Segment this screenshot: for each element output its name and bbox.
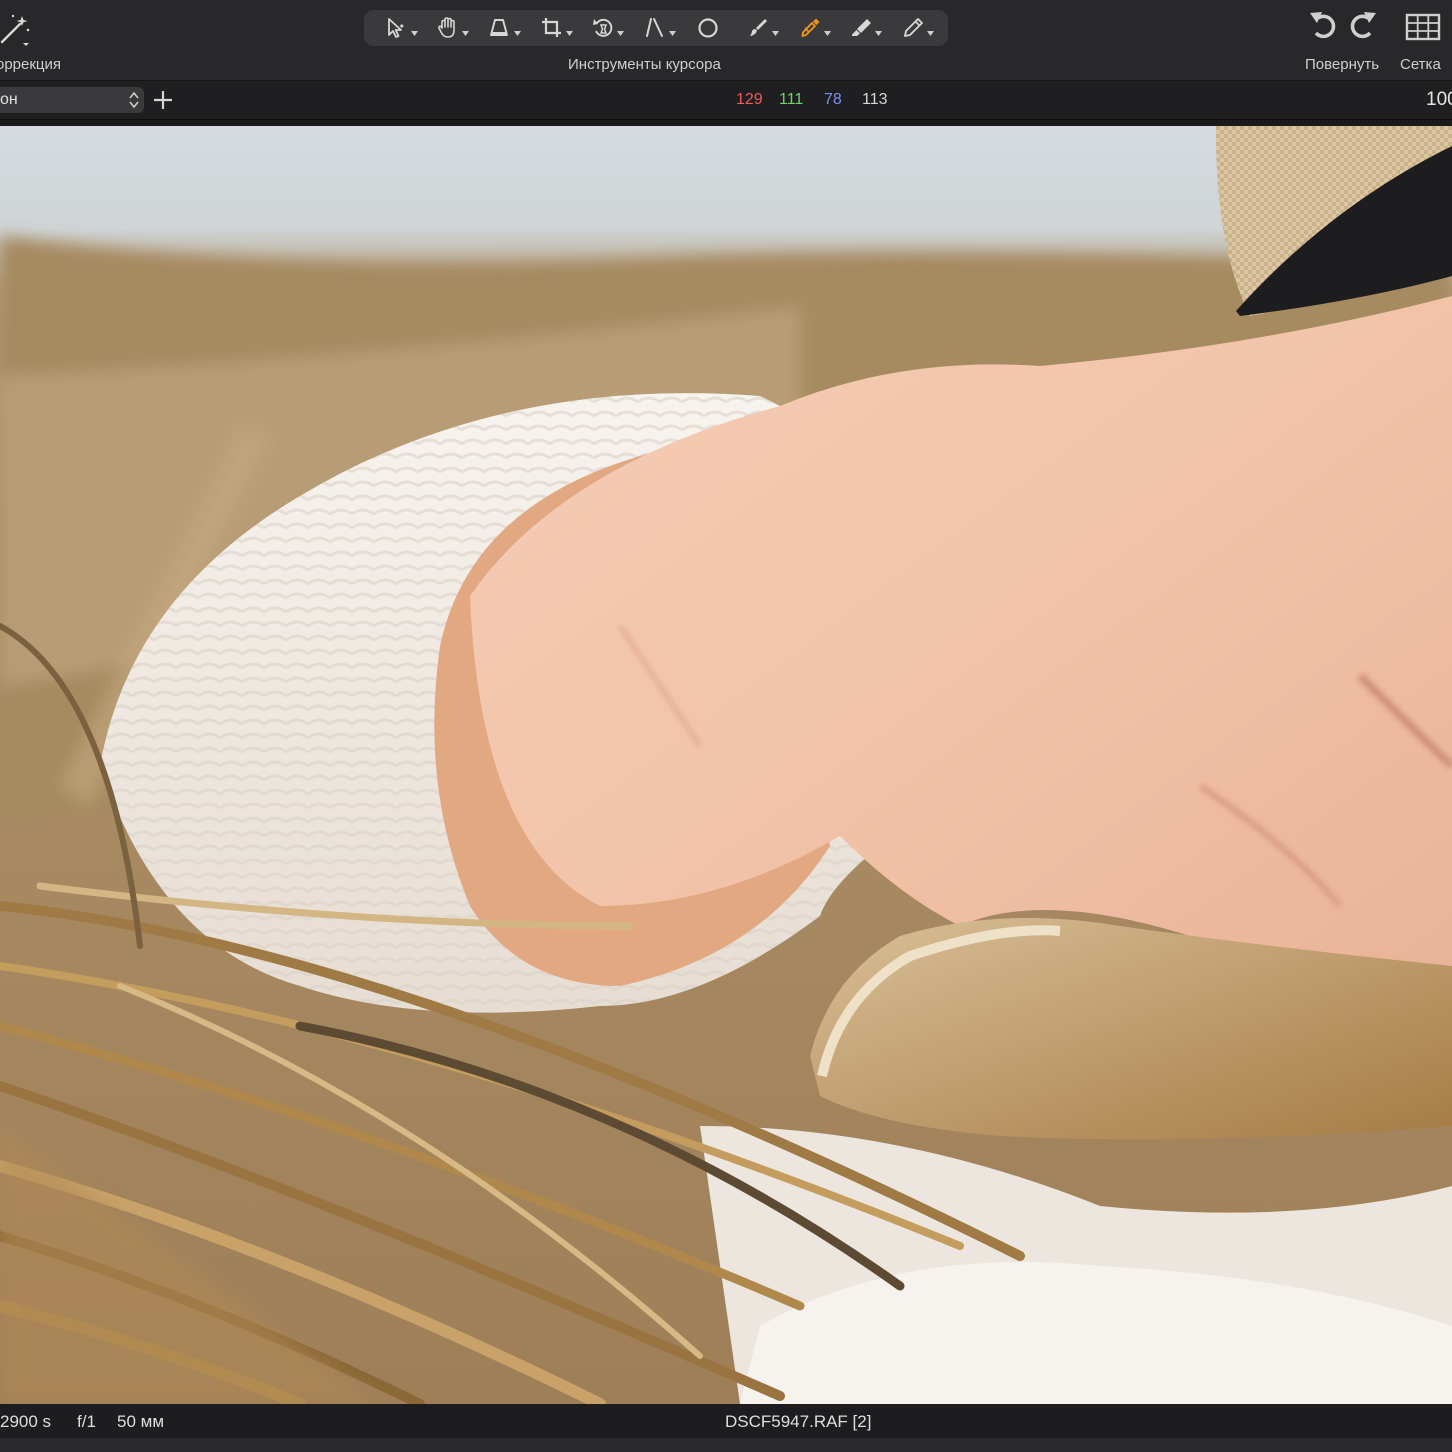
eraser-brush-icon (852, 19, 872, 36)
tool-straighten[interactable] (633, 13, 679, 43)
readout-red: 129 (736, 91, 763, 108)
chevron-down-icon (462, 31, 470, 36)
magic-wand-icon[interactable] (0, 10, 34, 46)
up-down-chevron-icon (129, 91, 139, 109)
info-bar: 2900 s f/1 50 мм DSCF5947.RAF [2] (0, 1404, 1452, 1438)
tool-keystone[interactable] (478, 13, 524, 43)
zoom-level[interactable]: 100 (1426, 89, 1452, 111)
keystone-icon (490, 19, 509, 36)
tool-crop[interactable] (530, 13, 576, 43)
photo-viewer[interactable] (0, 126, 1452, 1404)
brush-icon (750, 19, 768, 36)
chevron-down-icon (410, 31, 418, 36)
photo-image (0, 126, 1452, 1404)
top-toolbar: оррекция Инструменты курсора Повернуть С… (0, 0, 1452, 81)
chevron-down-icon (617, 31, 625, 36)
correction-group[interactable]: оррекция (0, 0, 90, 80)
rotate-tool-icon (593, 18, 613, 37)
pan-hand-icon (438, 17, 456, 38)
readout-blue: 78 (824, 91, 842, 108)
focal-length: 50 мм (117, 1412, 165, 1431)
tool-pan[interactable] (426, 13, 472, 43)
tool-brush[interactable] (736, 13, 782, 43)
chevron-down-icon (823, 31, 831, 36)
straighten-icon (645, 18, 663, 37)
rotate-label: Повернуть (1305, 56, 1380, 73)
tool-select[interactable] (375, 13, 421, 43)
shutter-speed: 2900 s (0, 1412, 52, 1431)
readout-green: 111 (779, 91, 804, 108)
tool-color-picker[interactable] (788, 13, 834, 43)
rotate-group (1306, 8, 1390, 48)
chevron-down-icon (875, 31, 883, 36)
rotate-right-icon (1350, 12, 1376, 39)
tool-rotate[interactable] (581, 13, 627, 43)
style-select[interactable]: он (0, 87, 144, 113)
select-arrow-icon (387, 18, 404, 38)
color-picker-icon (801, 18, 820, 37)
chevron-down-icon (668, 31, 676, 36)
tool-circle[interactable] (685, 13, 731, 43)
cursor-tools-bar (364, 10, 948, 46)
style-select-value: он (0, 91, 18, 108)
chevron-down-icon (565, 31, 573, 36)
file-name: DSCF5947.RAF [2] (725, 1412, 872, 1431)
grid-label: Сетка (1400, 56, 1441, 73)
viewer-subbar: он (0, 81, 1452, 120)
crop-icon (541, 18, 561, 37)
rotate-right-button[interactable] (1348, 8, 1382, 46)
tool-annotate[interactable] (891, 13, 937, 43)
chevron-down-icon (514, 31, 522, 36)
tool-eraser[interactable] (839, 13, 885, 43)
chevron-down-icon (927, 31, 935, 36)
cursor-tools-label: Инструменты курсора (568, 56, 721, 73)
readout-luminance: 113 (862, 91, 888, 108)
chevron-down-icon (772, 31, 780, 36)
add-icon[interactable] (152, 89, 174, 111)
circle-mask-icon (697, 18, 718, 38)
rotate-left-icon (1310, 12, 1336, 39)
pen-annotate-icon (904, 18, 924, 37)
bottom-strip (0, 1438, 1452, 1452)
grid-icon[interactable] (1404, 10, 1442, 44)
correction-label: оррекция (0, 56, 62, 73)
rotate-left-button[interactable] (1308, 8, 1342, 46)
aperture: f/1 (77, 1412, 96, 1431)
